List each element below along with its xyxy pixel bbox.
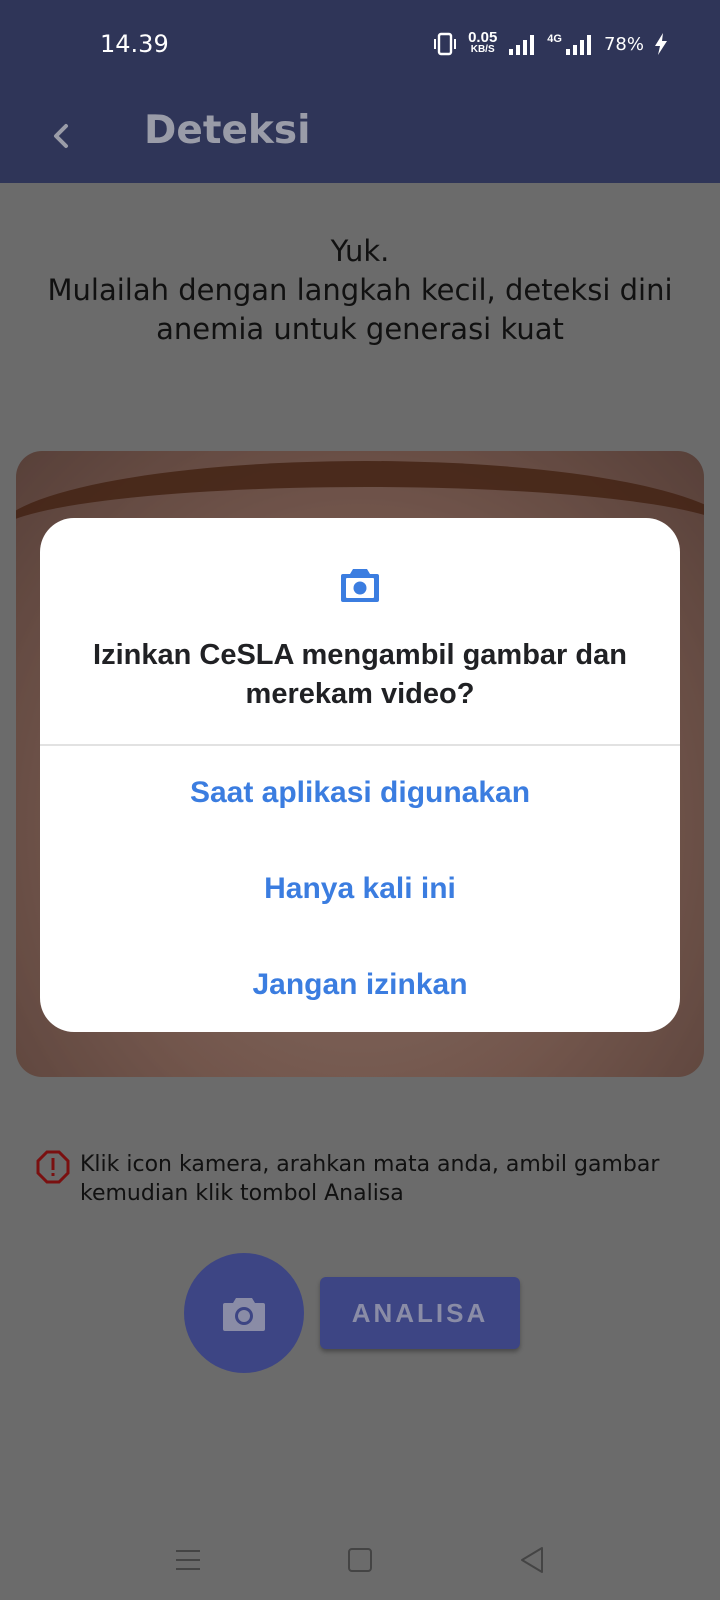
analisa-button[interactable]: ANALISA bbox=[320, 1277, 520, 1349]
system-nav-bar bbox=[0, 1520, 720, 1600]
back-button[interactable] bbox=[38, 112, 86, 160]
menu-icon[interactable] bbox=[168, 1540, 208, 1580]
network-speed: 0.05 KB/S bbox=[468, 29, 498, 56]
dialog-title: Izinkan CeSLA mengambil gambar dan merek… bbox=[93, 639, 627, 710]
intro-line-2: Mulailah dengan langkah kecil, deteksi d… bbox=[47, 273, 673, 346]
chevron-left-icon bbox=[54, 124, 68, 148]
intro-line-1: Yuk. bbox=[330, 234, 390, 268]
status-bar: 14.39 0.05 KB/S 4G 78% bbox=[0, 0, 720, 90]
app-bar: Deteksi bbox=[0, 90, 720, 183]
deny-button[interactable]: Jangan izinkan bbox=[40, 940, 680, 1030]
permission-dialog: Izinkan CeSLA mengambil gambar dan merek… bbox=[40, 518, 680, 1032]
signal-4g-icon bbox=[565, 35, 591, 55]
status-icons: 0.05 KB/S 4G 78% bbox=[432, 30, 668, 58]
speed-value: 0.05 bbox=[468, 29, 498, 46]
network-type: 4G bbox=[547, 33, 562, 45]
camera-icon bbox=[223, 1298, 265, 1331]
allow-while-using-button[interactable]: Saat aplikasi digunakan bbox=[40, 748, 680, 838]
intro-text: Yuk. Mulailah dengan langkah kecil, dete… bbox=[30, 232, 690, 349]
vibrate-icon bbox=[434, 32, 457, 56]
home-square-icon[interactable] bbox=[340, 1540, 380, 1580]
camera-icon bbox=[341, 569, 379, 602]
status-time: 14.39 bbox=[100, 30, 169, 58]
instruction-hint: Klik icon kamera, arahkan mata anda, amb… bbox=[36, 1150, 686, 1208]
page-title: Deteksi bbox=[144, 108, 311, 153]
hint-text: Klik icon kamera, arahkan mata anda, amb… bbox=[80, 1152, 660, 1206]
camera-button[interactable] bbox=[184, 1253, 304, 1373]
speed-unit: KB/S bbox=[470, 44, 495, 55]
allow-once-button[interactable]: Hanya kali ini bbox=[40, 844, 680, 934]
alert-octagon-icon bbox=[36, 1150, 70, 1184]
signal-icon bbox=[509, 35, 535, 55]
dialog-divider bbox=[40, 744, 680, 746]
battery-percent: 78% bbox=[603, 33, 644, 55]
charging-icon bbox=[655, 33, 667, 55]
back-triangle-icon[interactable] bbox=[512, 1540, 552, 1580]
